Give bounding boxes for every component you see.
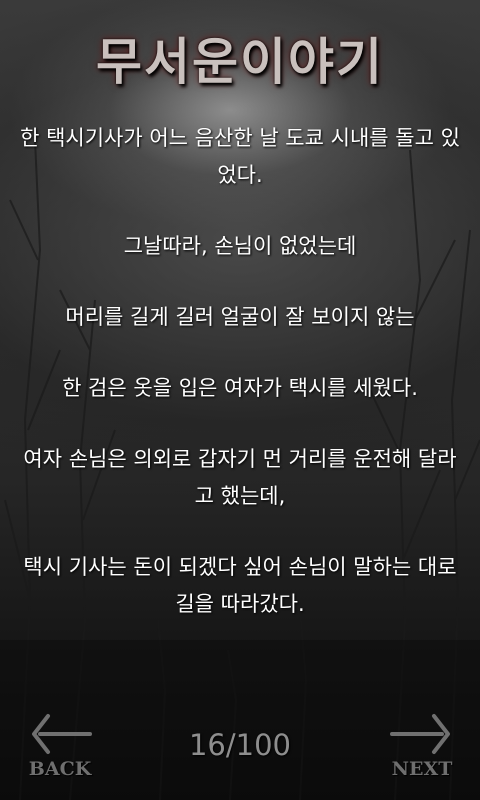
story-text: 한 택시기사가 어느 음산한 날 도쿄 시내를 돌고 있었다. 그날따라, 손님… xyxy=(18,120,462,657)
story-paragraph: 그날따라, 손님이 없었는데 xyxy=(123,234,357,258)
back-button[interactable]: BACK xyxy=(20,708,100,788)
next-label: NEXT xyxy=(391,758,453,780)
story-paragraph: 여자 손님은 의외로 갑자기 먼 거리를 운전해 달라고 했는데, xyxy=(23,447,457,508)
story-paragraph: 한 택시기사가 어느 음산한 날 도쿄 시내를 돌고 있었다. xyxy=(20,126,460,187)
story-paragraph: 머리를 길게 길러 얼굴이 잘 보이지 않는 xyxy=(65,305,415,329)
next-button[interactable]: NEXT xyxy=(382,708,462,788)
back-label: BACK xyxy=(28,758,92,780)
app-title: 무서운이야기 xyxy=(96,32,384,91)
page-counter: 16/100 xyxy=(188,728,292,762)
right-arrow-icon xyxy=(390,714,450,754)
bottom-navigation: BACK 16/100 NEXT xyxy=(0,700,480,800)
story-paragraph: 한 검은 옷을 입은 여자가 택시를 세웠다. xyxy=(62,376,418,400)
story-paragraph: 택시 기사는 돈이 되겠다 싶어 손님이 말하는 대로 길을 따라갔다. xyxy=(23,555,457,616)
left-arrow-icon xyxy=(32,714,92,754)
